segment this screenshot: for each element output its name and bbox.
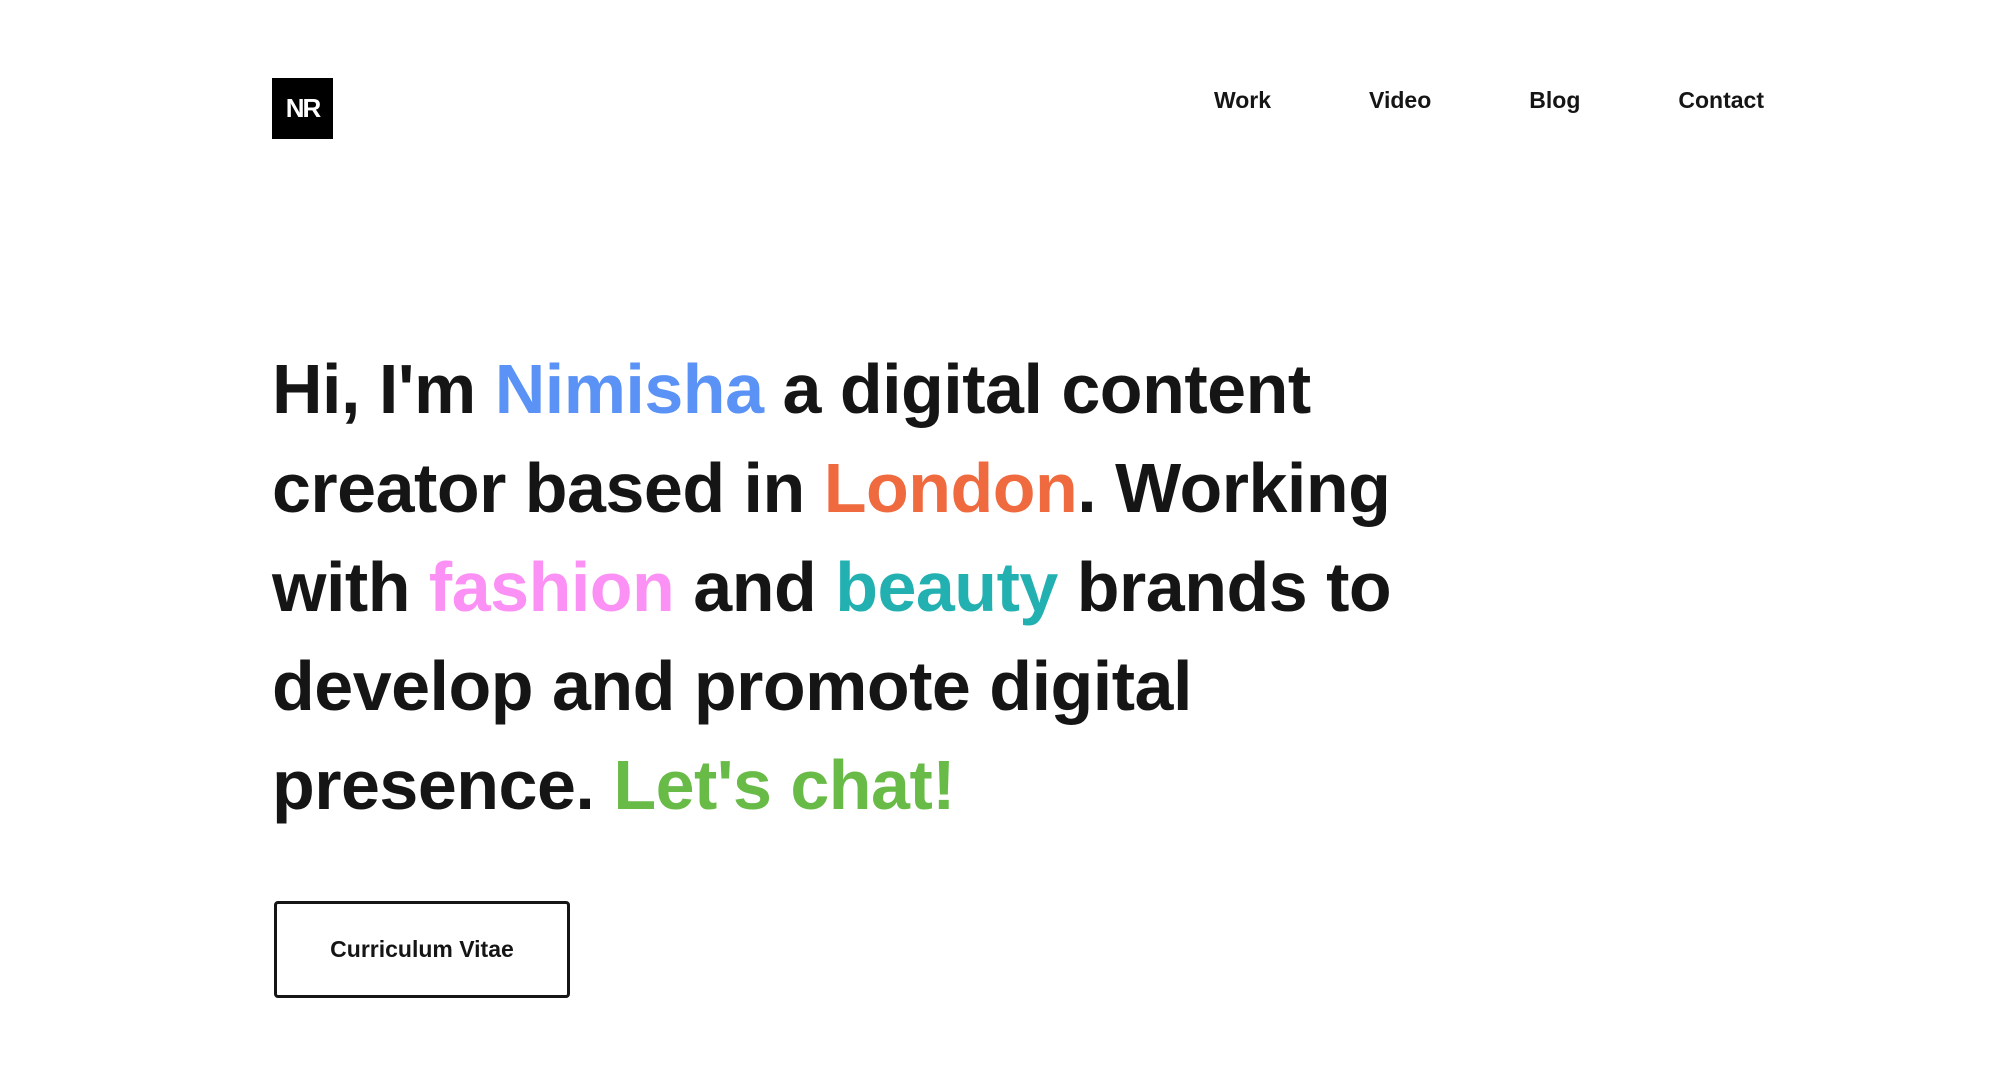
nav-link-video[interactable]: Video bbox=[1369, 86, 1431, 114]
headline-name-highlight: Nimisha bbox=[494, 350, 764, 428]
headline-fashion-highlight: fashion bbox=[428, 548, 675, 626]
main-nav: Work Video Blog Contact bbox=[1214, 86, 1764, 114]
page: NR Work Video Blog Contact Hi, I'm Nimis… bbox=[0, 0, 2000, 1083]
lets-chat-link[interactable]: Let's chat! bbox=[613, 746, 955, 824]
headline-text: and bbox=[674, 548, 836, 626]
nav-link-blog[interactable]: Blog bbox=[1529, 86, 1580, 114]
curriculum-vitae-label: Curriculum Vitae bbox=[330, 936, 514, 962]
hero-headline: Hi, I'm Nimisha a digital content creato… bbox=[272, 340, 1502, 835]
nav-link-work[interactable]: Work bbox=[1214, 86, 1271, 114]
nav-link-contact[interactable]: Contact bbox=[1678, 86, 1764, 114]
curriculum-vitae-button[interactable]: Curriculum Vitae bbox=[274, 901, 570, 998]
logo-text: NR bbox=[285, 93, 322, 123]
logo-home-link[interactable]: NR bbox=[272, 78, 333, 139]
headline-text: Hi, I'm bbox=[272, 350, 495, 428]
headline-beauty-highlight: beauty bbox=[835, 548, 1058, 626]
headline-location-highlight: London bbox=[823, 449, 1078, 527]
